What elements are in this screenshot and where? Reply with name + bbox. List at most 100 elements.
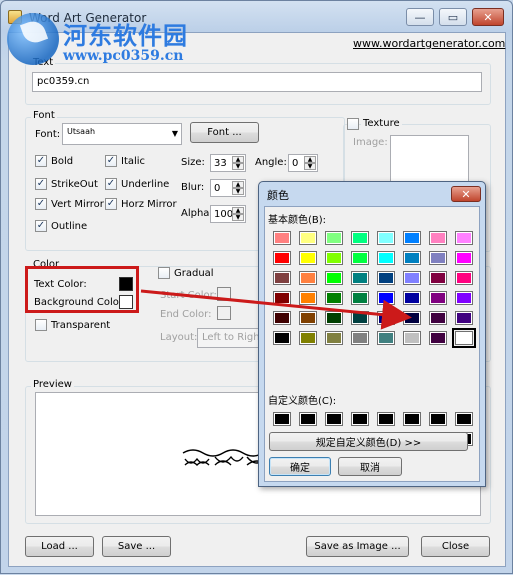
spin-up-icon[interactable]: ▲ <box>304 156 316 163</box>
basic-color-cell[interactable] <box>377 291 395 305</box>
custom-color-cell[interactable] <box>403 412 421 426</box>
italic-checkbox[interactable]: ✓ <box>105 155 117 167</box>
custom-color-cell[interactable] <box>455 412 473 426</box>
basic-color-cell[interactable] <box>455 251 473 265</box>
basic-color-cell[interactable] <box>377 271 395 285</box>
basic-color-cell[interactable] <box>377 311 395 325</box>
basic-color-cell[interactable] <box>325 271 343 285</box>
spin-up-icon[interactable]: ▲ <box>232 156 244 163</box>
basic-color-cell[interactable] <box>455 271 473 285</box>
save-as-image-button[interactable]: Save as Image ... <box>306 536 409 557</box>
strikeout-label: StrikeOut <box>51 179 98 190</box>
basic-color-cell[interactable] <box>455 231 473 245</box>
basic-color-cell[interactable] <box>325 291 343 305</box>
basic-color-cell[interactable] <box>429 291 447 305</box>
outline-checkbox[interactable]: ✓ <box>35 220 47 232</box>
basic-color-cell[interactable] <box>299 271 317 285</box>
basic-color-cell[interactable] <box>452 328 476 348</box>
basic-color-cell[interactable] <box>403 331 421 345</box>
maximize-icon: ▭ <box>447 10 459 24</box>
basic-color-cell[interactable] <box>351 231 369 245</box>
basic-color-cell[interactable] <box>273 331 291 345</box>
basic-color-cell[interactable] <box>377 251 395 265</box>
text-input[interactable]: pc0359.cn <box>32 72 482 92</box>
basic-color-cell[interactable] <box>273 251 291 265</box>
basic-color-cell[interactable] <box>299 311 317 325</box>
basic-color-cell[interactable] <box>351 311 369 325</box>
basic-color-cell[interactable] <box>403 271 421 285</box>
texture-checkbox[interactable] <box>347 118 359 130</box>
basic-color-cell[interactable] <box>429 331 447 345</box>
basic-color-cell[interactable] <box>429 271 447 285</box>
custom-color-cell[interactable] <box>351 412 369 426</box>
basic-color-cell[interactable] <box>351 331 369 345</box>
size-spinner[interactable]: 33 ▲ ▼ <box>210 154 246 172</box>
horz-mirror-checkbox[interactable]: ✓ <box>105 198 117 210</box>
spin-up-icon[interactable]: ▲ <box>232 207 244 214</box>
spin-down-icon[interactable]: ▼ <box>304 163 316 170</box>
angle-spinner[interactable]: 0 ▲ ▼ <box>288 154 318 172</box>
basic-color-cell[interactable] <box>403 251 421 265</box>
basic-color-cell[interactable] <box>273 271 291 285</box>
minimize-button[interactable]: — <box>406 8 434 26</box>
ok-button[interactable]: 确定 <box>269 457 331 476</box>
basic-color-cell[interactable] <box>273 231 291 245</box>
define-custom-colors-button[interactable]: 规定自定义颜色(D) >> <box>269 432 468 451</box>
basic-color-cell[interactable] <box>351 291 369 305</box>
basic-color-cell[interactable] <box>351 271 369 285</box>
custom-color-cell[interactable] <box>273 412 291 426</box>
blur-spinner[interactable]: 0 ▲ ▼ <box>210 179 246 197</box>
basic-color-cell[interactable] <box>403 231 421 245</box>
basic-color-cell[interactable] <box>299 231 317 245</box>
basic-color-cell[interactable] <box>455 291 473 305</box>
basic-color-cell[interactable] <box>325 251 343 265</box>
layout-select[interactable]: Left to Right <box>197 328 259 348</box>
gradual-checkbox[interactable] <box>158 267 170 279</box>
cancel-button[interactable]: 取消 <box>338 457 402 476</box>
basic-color-cell[interactable] <box>429 231 447 245</box>
color-dialog-close-button[interactable]: ✕ <box>451 186 481 202</box>
custom-color-cell[interactable] <box>325 412 343 426</box>
close-button[interactable]: Close <box>421 536 490 557</box>
underline-checkbox[interactable]: ✓ <box>105 178 117 190</box>
basic-color-cell[interactable] <box>273 311 291 325</box>
basic-color-cell[interactable] <box>403 311 421 325</box>
spin-up-icon[interactable]: ▲ <box>232 181 244 188</box>
load-button[interactable]: Load ... <box>25 536 94 557</box>
basic-color-cell[interactable] <box>377 331 395 345</box>
minimize-icon: — <box>414 10 426 24</box>
spin-down-icon[interactable]: ▼ <box>232 214 244 221</box>
check-icon: ✓ <box>36 178 46 189</box>
basic-color-cell[interactable] <box>429 251 447 265</box>
custom-color-cell[interactable] <box>299 412 317 426</box>
basic-color-cell[interactable] <box>299 291 317 305</box>
strikeout-checkbox[interactable]: ✓ <box>35 178 47 190</box>
basic-color-cell[interactable] <box>325 331 343 345</box>
custom-color-cell[interactable] <box>377 412 395 426</box>
basic-color-cell[interactable] <box>429 311 447 325</box>
basic-color-cell[interactable] <box>403 291 421 305</box>
alpha-spinner[interactable]: 100 ▲ ▼ <box>210 205 246 223</box>
vert-mirror-checkbox[interactable]: ✓ <box>35 198 47 210</box>
spin-down-icon[interactable]: ▼ <box>232 163 244 170</box>
basic-color-cell[interactable] <box>325 311 343 325</box>
transparent-checkbox[interactable] <box>35 319 47 331</box>
website-link[interactable]: www.wordartgenerator.com <box>353 37 505 50</box>
save-button[interactable]: Save ... <box>102 536 171 557</box>
custom-color-cell[interactable] <box>429 412 447 426</box>
basic-color-cell[interactable] <box>325 231 343 245</box>
basic-color-cell[interactable] <box>273 291 291 305</box>
basic-color-cell[interactable] <box>455 311 473 325</box>
font-button[interactable]: Font ... <box>190 122 259 143</box>
bold-checkbox[interactable]: ✓ <box>35 155 47 167</box>
start-color-swatch[interactable] <box>217 287 231 301</box>
end-color-swatch[interactable] <box>217 306 231 320</box>
basic-color-cell[interactable] <box>299 251 317 265</box>
close-window-button[interactable]: ✕ <box>472 8 504 26</box>
basic-color-cell[interactable] <box>377 231 395 245</box>
font-select[interactable]: Utsaah ▼ <box>62 123 182 145</box>
basic-color-cell[interactable] <box>351 251 369 265</box>
spin-down-icon[interactable]: ▼ <box>232 188 244 195</box>
maximize-button[interactable]: ▭ <box>439 8 467 26</box>
basic-color-cell[interactable] <box>299 331 317 345</box>
